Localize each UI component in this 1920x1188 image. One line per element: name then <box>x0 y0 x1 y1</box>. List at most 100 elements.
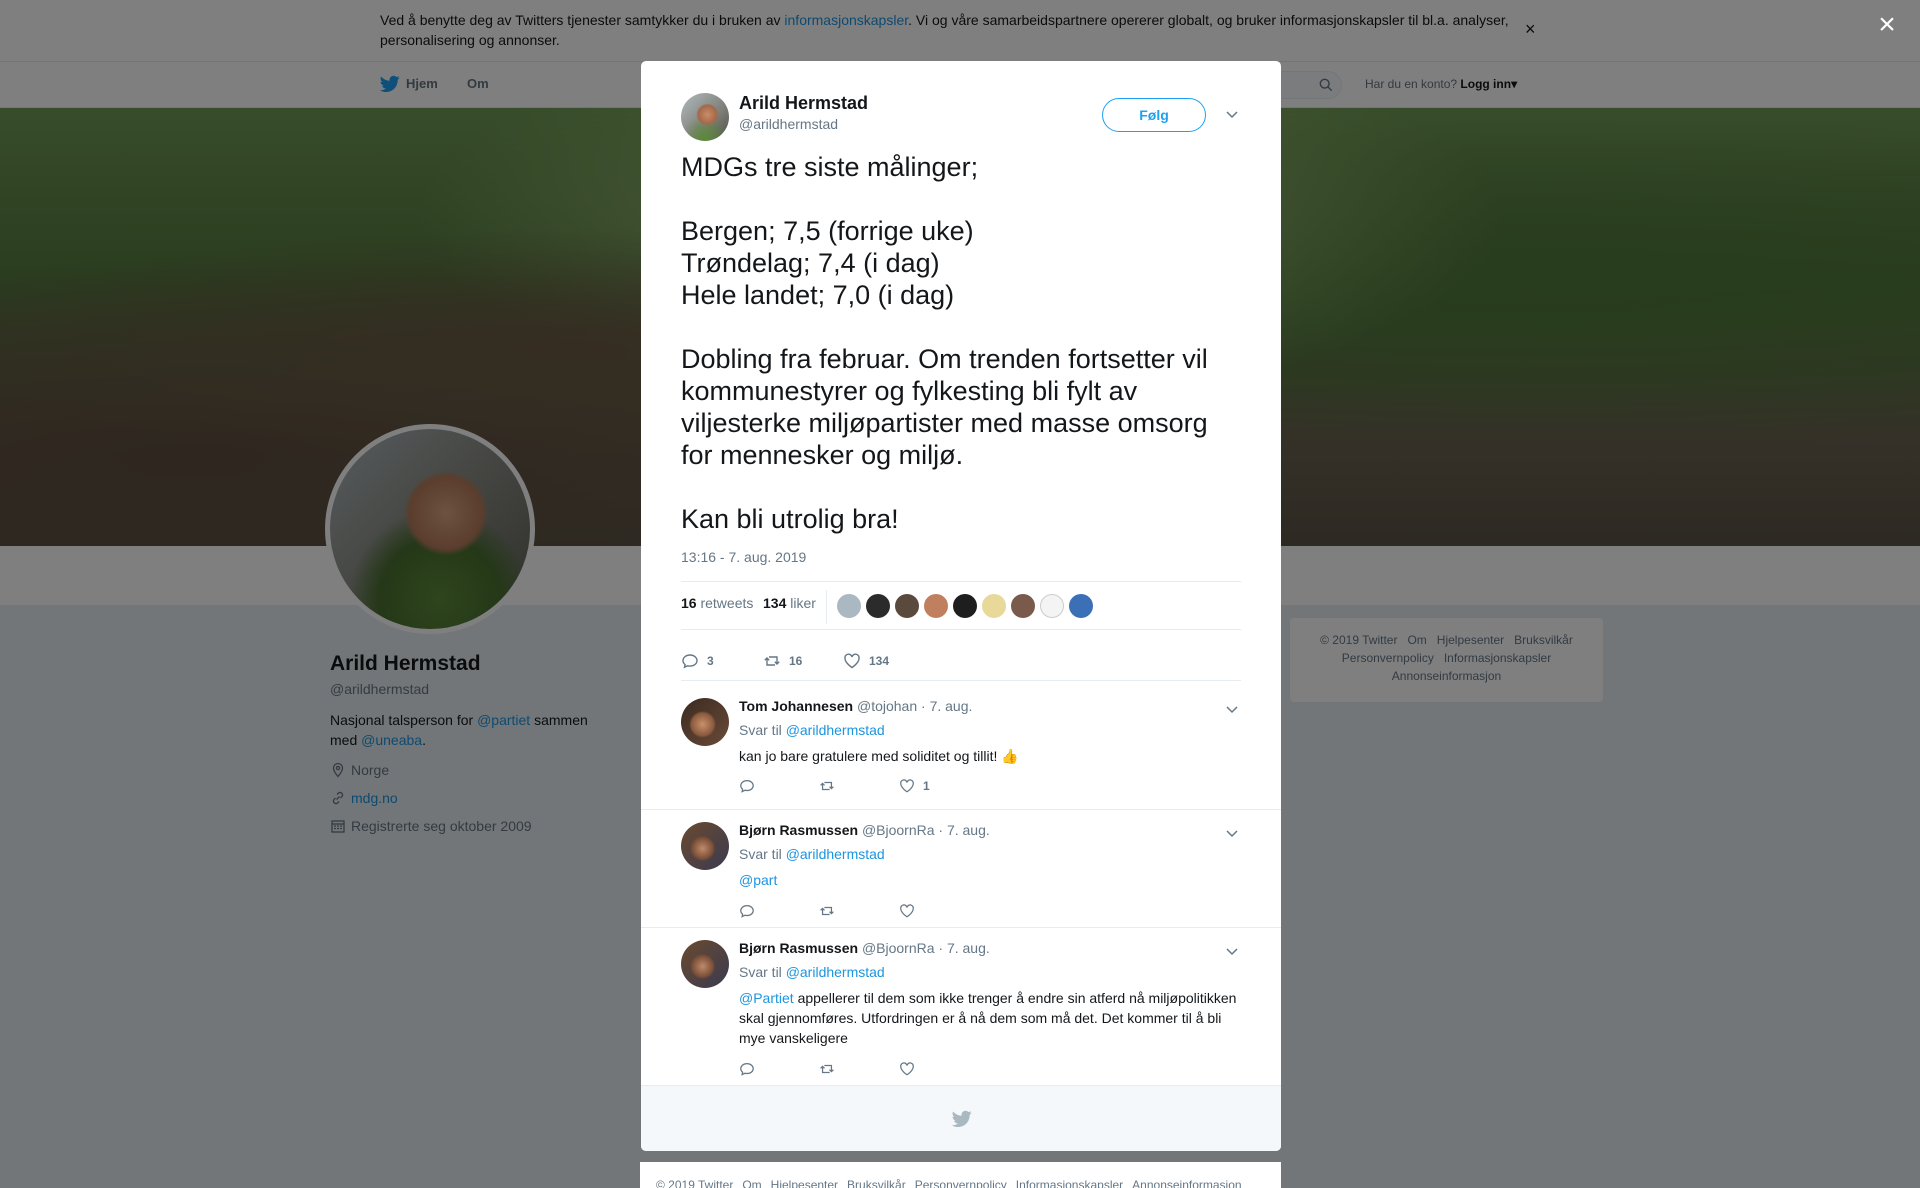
reply-to-label: Svar til <box>739 722 782 738</box>
reply-button[interactable]: 3 <box>681 652 714 670</box>
retweets-label: retweets <box>700 595 754 611</box>
reply-to-mention[interactable]: @arildhermstad <box>786 846 885 862</box>
tweet-timestamp[interactable]: 13:16 - 7. aug. 2019 <box>681 549 806 565</box>
reply-date[interactable]: · 7. aug. <box>921 698 972 714</box>
tweet-author-avatar[interactable] <box>681 93 729 141</box>
retweet-button[interactable]: 16 <box>763 652 802 670</box>
like-count: 134 <box>869 654 890 668</box>
footer-link[interactable]: Annonseinformasjon <box>1132 1178 1241 1188</box>
tweet-text: MDGs tre siste målinger; Bergen; 7,5 (fo… <box>681 152 1208 534</box>
retweet-icon <box>820 781 834 791</box>
footer-link[interactable]: Personvernpolicy <box>915 1178 1007 1188</box>
retweets-count: 16 <box>681 595 697 611</box>
tweet-stats: 16 retweets 134 liker <box>681 581 1241 630</box>
reply-icon <box>682 654 698 669</box>
likes-count: 134 <box>763 595 787 611</box>
follow-button[interactable]: Følg <box>1102 98 1206 132</box>
reply-author-handle[interactable]: @BjoornRa <box>862 822 935 838</box>
stats-divider <box>826 590 827 624</box>
like-button[interactable] <box>899 903 923 919</box>
reply-author-name[interactable]: Bjørn Rasmussen <box>739 940 858 956</box>
retweet-icon <box>820 1064 834 1074</box>
likes-stat[interactable]: 134 liker <box>763 595 816 611</box>
heart-icon <box>900 1062 914 1076</box>
reply-date[interactable]: · 7. aug. <box>938 940 989 956</box>
reply-body: appellerer til dem som ikke trenger å en… <box>739 990 1237 1046</box>
retweet-button[interactable] <box>819 778 835 794</box>
reply-to: Svar til @arildhermstad <box>739 964 885 980</box>
close-icon[interactable]: × <box>1872 10 1902 40</box>
reply-actions <box>739 1061 1039 1081</box>
chevron-down-icon[interactable] <box>1225 826 1239 840</box>
liker-avatar[interactable] <box>982 594 1006 618</box>
reply-author-handle[interactable]: @BjoornRa <box>862 940 935 956</box>
retweet-count: 16 <box>789 654 803 668</box>
chevron-down-icon[interactable] <box>1225 107 1239 121</box>
reply-author-name[interactable]: Bjørn Rasmussen <box>739 822 858 838</box>
footer-link[interactable]: Bruksvilkår <box>847 1178 906 1188</box>
chevron-down-icon[interactable] <box>1225 944 1239 958</box>
reply-button[interactable] <box>739 778 755 794</box>
like-button[interactable]: 1 <box>899 778 930 794</box>
footer-link[interactable]: Om <box>742 1178 761 1188</box>
tweet-actions: 3 16 134 <box>681 641 1241 681</box>
reply-button[interactable] <box>739 1061 755 1077</box>
retweets-stat[interactable]: 16 retweets <box>681 595 753 611</box>
liker-avatar[interactable] <box>1011 594 1035 618</box>
liker-avatar[interactable] <box>1069 594 1093 618</box>
retweet-icon <box>820 906 834 916</box>
reply-icon <box>740 905 754 918</box>
tweet-author-handle[interactable]: @arildhermstad <box>739 116 838 132</box>
footer-link[interactable]: Informasjonskapsler <box>1016 1178 1123 1188</box>
liker-avatar[interactable] <box>924 594 948 618</box>
reply-icon <box>740 780 754 793</box>
reply-author-name[interactable]: Tom Johannesen <box>739 698 853 714</box>
reply-count: 3 <box>707 654 714 668</box>
liker-avatar[interactable] <box>866 594 890 618</box>
reply-header: Bjørn Rasmussen @BjoornRa · 7. aug. <box>739 940 990 956</box>
heart-icon <box>844 653 860 669</box>
reply-date[interactable]: · 7. aug. <box>938 822 989 838</box>
heart-icon <box>900 904 914 918</box>
reply-body: kan jo bare gratulere med soliditet og t… <box>739 748 998 764</box>
reply-tweet[interactable]: Bjørn Rasmussen @BjoornRa · 7. aug. Svar… <box>641 928 1281 1086</box>
reply-avatar[interactable] <box>681 940 729 988</box>
liker-avatar[interactable] <box>895 594 919 618</box>
tweet-author-name[interactable]: Arild Hermstad <box>739 93 868 114</box>
footer-link[interactable]: Hjelpesenter <box>771 1178 838 1188</box>
liker-avatars <box>837 594 1093 618</box>
twitter-bird-icon <box>952 1110 972 1127</box>
reply-text: @part <box>739 870 1239 890</box>
reply-mention[interactable]: @Partiet <box>739 990 794 1006</box>
liker-avatar[interactable] <box>837 594 861 618</box>
reply-icon <box>740 1063 754 1076</box>
reply-actions <box>739 903 1039 923</box>
retweet-button[interactable] <box>819 903 835 919</box>
footer-link[interactable]: © 2019 Twitter <box>656 1178 733 1188</box>
liker-avatar[interactable] <box>953 594 977 618</box>
reply-tweet[interactable]: Tom Johannesen @tojohan · 7. aug. Svar t… <box>641 686 1281 810</box>
reply-text: @Partiet appellerer til dem som ikke tre… <box>739 988 1239 1048</box>
reply-avatar[interactable] <box>681 698 729 746</box>
heart-icon <box>900 779 914 793</box>
chevron-down-icon[interactable] <box>1225 702 1239 716</box>
like-button[interactable]: 134 <box>843 652 889 670</box>
liker-avatar[interactable] <box>1040 594 1064 618</box>
bottom-footer: © 2019 Twitter Om Hjelpesenter Bruksvilkår P… <box>640 1162 1281 1188</box>
reply-avatar[interactable] <box>681 822 729 870</box>
reply-tweet[interactable]: Bjørn Rasmussen @BjoornRa · 7. aug. Svar… <box>641 810 1281 928</box>
reply-to-label: Svar til <box>739 846 782 862</box>
reply-header: Bjørn Rasmussen @BjoornRa · 7. aug. <box>739 822 990 838</box>
like-button[interactable] <box>899 1061 923 1077</box>
reply-author-handle[interactable]: @tojohan <box>857 698 917 714</box>
likes-label: liker <box>790 595 816 611</box>
like-count: 1 <box>923 779 930 793</box>
reply-to: Svar til @arildhermstad <box>739 722 885 738</box>
reply-mention[interactable]: @part <box>739 872 777 888</box>
retweet-icon <box>764 656 780 666</box>
reply-header: Tom Johannesen @tojohan · 7. aug. <box>739 698 972 714</box>
reply-button[interactable] <box>739 903 755 919</box>
reply-to-mention[interactable]: @arildhermstad <box>786 722 885 738</box>
reply-to-mention[interactable]: @arildhermstad <box>786 964 885 980</box>
retweet-button[interactable] <box>819 1061 835 1077</box>
